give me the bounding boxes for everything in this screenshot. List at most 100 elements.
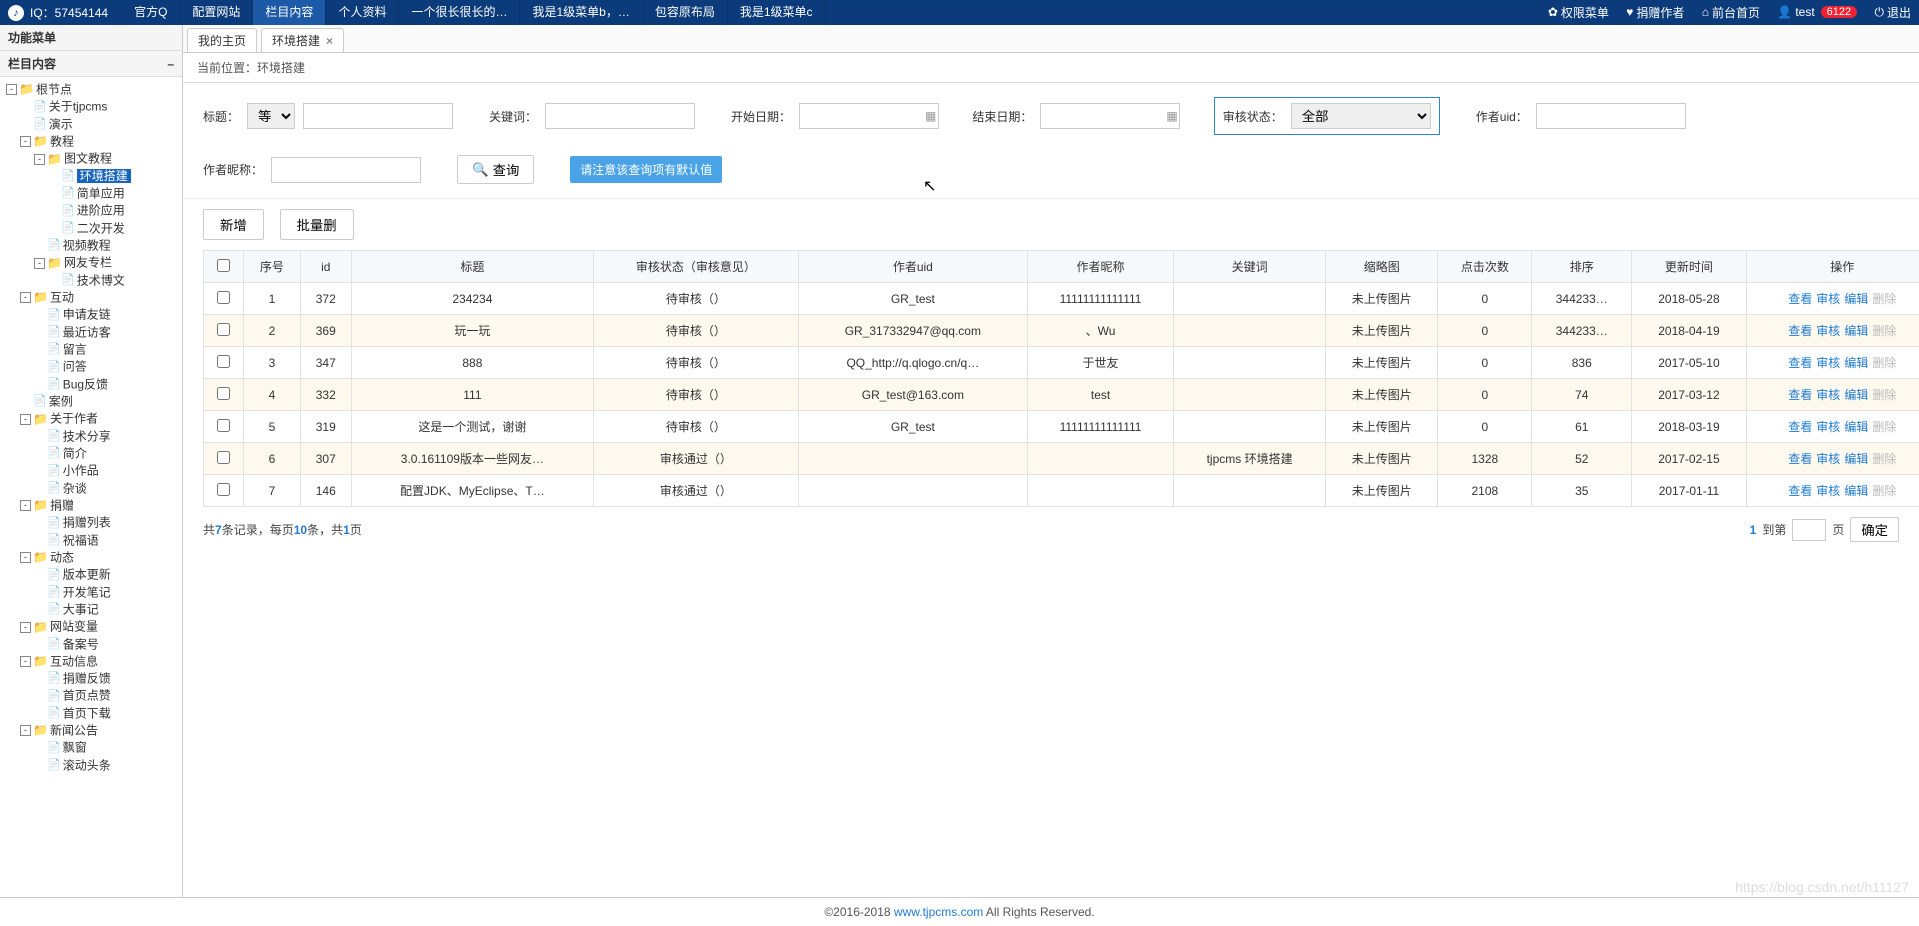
row-check[interactable] <box>217 355 230 368</box>
tree-label[interactable]: 视频教程 <box>63 238 111 252</box>
tree-label[interactable]: 开发笔记 <box>63 585 111 599</box>
tab-current[interactable]: 环境搭建× <box>261 28 344 52</box>
tree-label[interactable]: 飘窗 <box>63 741 87 755</box>
tree-label[interactable]: 动态 <box>50 550 74 564</box>
top-tab-1[interactable]: 配置网站 <box>180 0 253 25</box>
tree-toggle-icon[interactable]: - <box>20 725 31 736</box>
tree-label[interactable]: 留言 <box>63 342 87 356</box>
page-input[interactable] <box>1792 519 1826 541</box>
tree-toggle-icon[interactable]: - <box>20 552 31 563</box>
tree-label[interactable]: 教程 <box>50 134 74 148</box>
footer-link[interactable]: www.tjpcms.com <box>894 905 983 919</box>
tree-label[interactable]: 技术分享 <box>63 429 111 443</box>
tree-label[interactable]: 关于tjpcms <box>49 100 108 114</box>
query-button[interactable]: 🔍查询 <box>457 155 534 184</box>
tree-label[interactable]: 祝福语 <box>63 533 99 547</box>
tree-toggle-icon[interactable]: - <box>20 656 31 667</box>
add-button[interactable]: 新增 <box>203 209 264 240</box>
view-link[interactable]: 查看 <box>1788 452 1812 466</box>
title-op-select[interactable]: 等于 <box>247 103 295 129</box>
tab-home[interactable]: 我的主页 <box>187 28 257 52</box>
audit-link[interactable]: 审核 <box>1816 324 1840 338</box>
top-tab-2[interactable]: 栏目内容 <box>253 0 326 25</box>
edit-link[interactable]: 编辑 <box>1844 452 1868 466</box>
top-tab-7[interactable]: 我是1级菜单c <box>728 0 826 25</box>
user-link[interactable]: 👤test6122 <box>1777 5 1857 19</box>
tree-label[interactable]: 新闻公告 <box>50 723 98 737</box>
view-link[interactable]: 查看 <box>1788 420 1812 434</box>
tree-toggle-icon[interactable]: - <box>20 414 31 425</box>
top-tab-3[interactable]: 个人资料 <box>326 0 399 25</box>
page-current[interactable]: 1 <box>1750 523 1757 537</box>
tree-label[interactable]: 首页下载 <box>63 706 111 720</box>
tree-label[interactable]: 版本更新 <box>63 568 111 582</box>
tree-label[interactable]: 简单应用 <box>77 186 125 200</box>
audit-link[interactable]: 审核 <box>1816 388 1840 402</box>
tree-label[interactable]: 进阶应用 <box>77 204 125 218</box>
edit-link[interactable]: 编辑 <box>1844 420 1868 434</box>
front-link[interactable]: ⌂前台首页 <box>1702 4 1760 21</box>
tree-toggle-icon[interactable]: - <box>20 500 31 511</box>
tree-label[interactable]: 图文教程 <box>64 152 112 166</box>
tree-label[interactable]: 环境搭建 <box>77 169 131 183</box>
uid-input[interactable] <box>1536 103 1686 129</box>
edit-link[interactable]: 编辑 <box>1844 388 1868 402</box>
row-check[interactable] <box>217 387 230 400</box>
close-icon[interactable]: × <box>326 34 333 48</box>
view-link[interactable]: 查看 <box>1788 324 1812 338</box>
audit-link[interactable]: 审核 <box>1816 484 1840 498</box>
tree-toggle-icon[interactable]: - <box>6 84 17 95</box>
tree-toggle-icon[interactable]: - <box>20 136 31 147</box>
tree-label[interactable]: 关于作者 <box>50 412 98 426</box>
nick-input[interactable] <box>271 157 421 183</box>
collapse-icon[interactable]: – <box>167 57 174 71</box>
logout-link[interactable]: ⏻退出 <box>1874 4 1911 21</box>
view-link[interactable]: 查看 <box>1788 292 1812 306</box>
tree-label[interactable]: 杂谈 <box>63 481 87 495</box>
delete-link[interactable]: 删除 <box>1872 324 1896 338</box>
tree-label[interactable]: 网站变量 <box>50 620 98 634</box>
tree-label[interactable]: 捐赠列表 <box>63 516 111 530</box>
top-tab-6[interactable]: 包容原布局 <box>643 0 728 25</box>
check-all[interactable] <box>217 259 230 272</box>
tree-label[interactable]: 网友专栏 <box>64 256 112 270</box>
tree-toggle-icon[interactable]: - <box>20 292 31 303</box>
tree-label[interactable]: 备案号 <box>63 637 99 651</box>
start-date-input[interactable] <box>799 103 939 129</box>
row-check[interactable] <box>217 291 230 304</box>
tree-label[interactable]: 小作品 <box>63 464 99 478</box>
delete-link[interactable]: 删除 <box>1872 388 1896 402</box>
audit-link[interactable]: 审核 <box>1816 452 1840 466</box>
tree-label[interactable]: 首页点赞 <box>63 689 111 703</box>
top-tab-4[interactable]: 一个很长很长的… <box>399 0 520 25</box>
view-link[interactable]: 查看 <box>1788 356 1812 370</box>
delete-link[interactable]: 删除 <box>1872 420 1896 434</box>
delete-link[interactable]: 删除 <box>1872 356 1896 370</box>
title-input[interactable] <box>303 103 453 129</box>
perm-link[interactable]: ✿权限菜单 <box>1548 4 1609 21</box>
tree-label[interactable]: 技术博文 <box>77 273 125 287</box>
edit-link[interactable]: 编辑 <box>1844 484 1868 498</box>
tree-toggle-icon[interactable]: - <box>20 622 31 633</box>
tree-label[interactable]: 案例 <box>49 394 73 408</box>
tree-label[interactable]: 捐赠反馈 <box>63 671 111 685</box>
tree-label[interactable]: 大事记 <box>63 602 99 616</box>
batch-delete-button[interactable]: 批量删 <box>280 209 354 240</box>
delete-link[interactable]: 删除 <box>1872 452 1896 466</box>
tree-label[interactable]: 滚动头条 <box>63 758 111 772</box>
edit-link[interactable]: 编辑 <box>1844 324 1868 338</box>
keyword-input[interactable] <box>545 103 695 129</box>
delete-link[interactable]: 删除 <box>1872 484 1896 498</box>
audit-link[interactable]: 审核 <box>1816 292 1840 306</box>
donate-link[interactable]: ♥捐赠作者 <box>1626 4 1684 21</box>
edit-link[interactable]: 编辑 <box>1844 292 1868 306</box>
tree-toggle-icon[interactable]: - <box>34 154 45 165</box>
page-ok-button[interactable]: 确定 <box>1850 517 1899 542</box>
top-tab-0[interactable]: 官方Q <box>122 0 180 25</box>
tree-toggle-icon[interactable]: - <box>34 258 45 269</box>
view-link[interactable]: 查看 <box>1788 484 1812 498</box>
tree-label[interactable]: 根节点 <box>36 82 72 96</box>
audit-link[interactable]: 审核 <box>1816 420 1840 434</box>
tree-label[interactable]: 捐赠 <box>50 498 74 512</box>
tree-label[interactable]: 最近访客 <box>63 325 111 339</box>
